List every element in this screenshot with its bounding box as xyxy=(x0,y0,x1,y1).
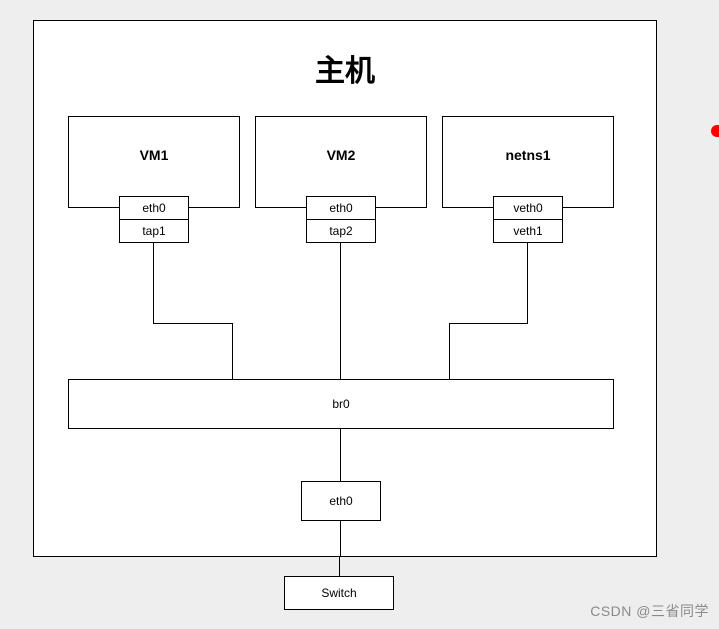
wire-vm1-v2 xyxy=(232,323,233,379)
host-title: 主机 xyxy=(34,46,656,90)
wire-br0-eth0 xyxy=(340,429,341,481)
host-eth0-box: eth0 xyxy=(301,481,381,521)
netns1-veth0-label: veth0 xyxy=(513,201,542,215)
vm2-tap2-box: tap2 xyxy=(306,219,376,243)
bridge-label: br0 xyxy=(332,397,349,411)
host-container: 主机 VM1 eth0 tap1 VM2 eth0 tap2 netns1 ve… xyxy=(33,20,657,557)
netns1-veth1-label: veth1 xyxy=(513,224,542,238)
wire-host-switch xyxy=(339,556,340,576)
vm2-tap2-label: tap2 xyxy=(329,224,352,238)
wire-netns1-v xyxy=(527,243,528,323)
netns1-veth0-box: veth0 xyxy=(493,196,563,220)
vm2-box: VM2 xyxy=(255,116,427,208)
wire-vm1-v xyxy=(153,243,154,323)
vm1-tap1-box: tap1 xyxy=(119,219,189,243)
vm1-label: VM1 xyxy=(69,147,239,163)
vm2-label: VM2 xyxy=(256,147,426,163)
wire-netns1-h xyxy=(449,323,528,324)
bridge-box: br0 xyxy=(68,379,614,429)
switch-box: Switch xyxy=(284,576,394,610)
netns1-box: netns1 xyxy=(442,116,614,208)
red-indicator xyxy=(711,125,719,137)
netns1-veth1-box: veth1 xyxy=(493,219,563,243)
switch-label: Switch xyxy=(321,586,356,600)
vm1-eth0-box: eth0 xyxy=(119,196,189,220)
netns1-label: netns1 xyxy=(443,147,613,163)
host-eth0-label: eth0 xyxy=(329,494,352,508)
vm1-tap1-label: tap1 xyxy=(142,224,165,238)
watermark-text: CSDN @三省同学 xyxy=(590,601,709,621)
vm2-eth0-box: eth0 xyxy=(306,196,376,220)
vm1-box: VM1 xyxy=(68,116,240,208)
wire-netns1-v2 xyxy=(449,323,450,379)
vm2-eth0-label: eth0 xyxy=(329,201,352,215)
wire-vm1-h xyxy=(153,323,233,324)
wire-eth0-down xyxy=(340,521,341,557)
vm1-eth0-label: eth0 xyxy=(142,201,165,215)
wire-vm2-v xyxy=(340,243,341,379)
